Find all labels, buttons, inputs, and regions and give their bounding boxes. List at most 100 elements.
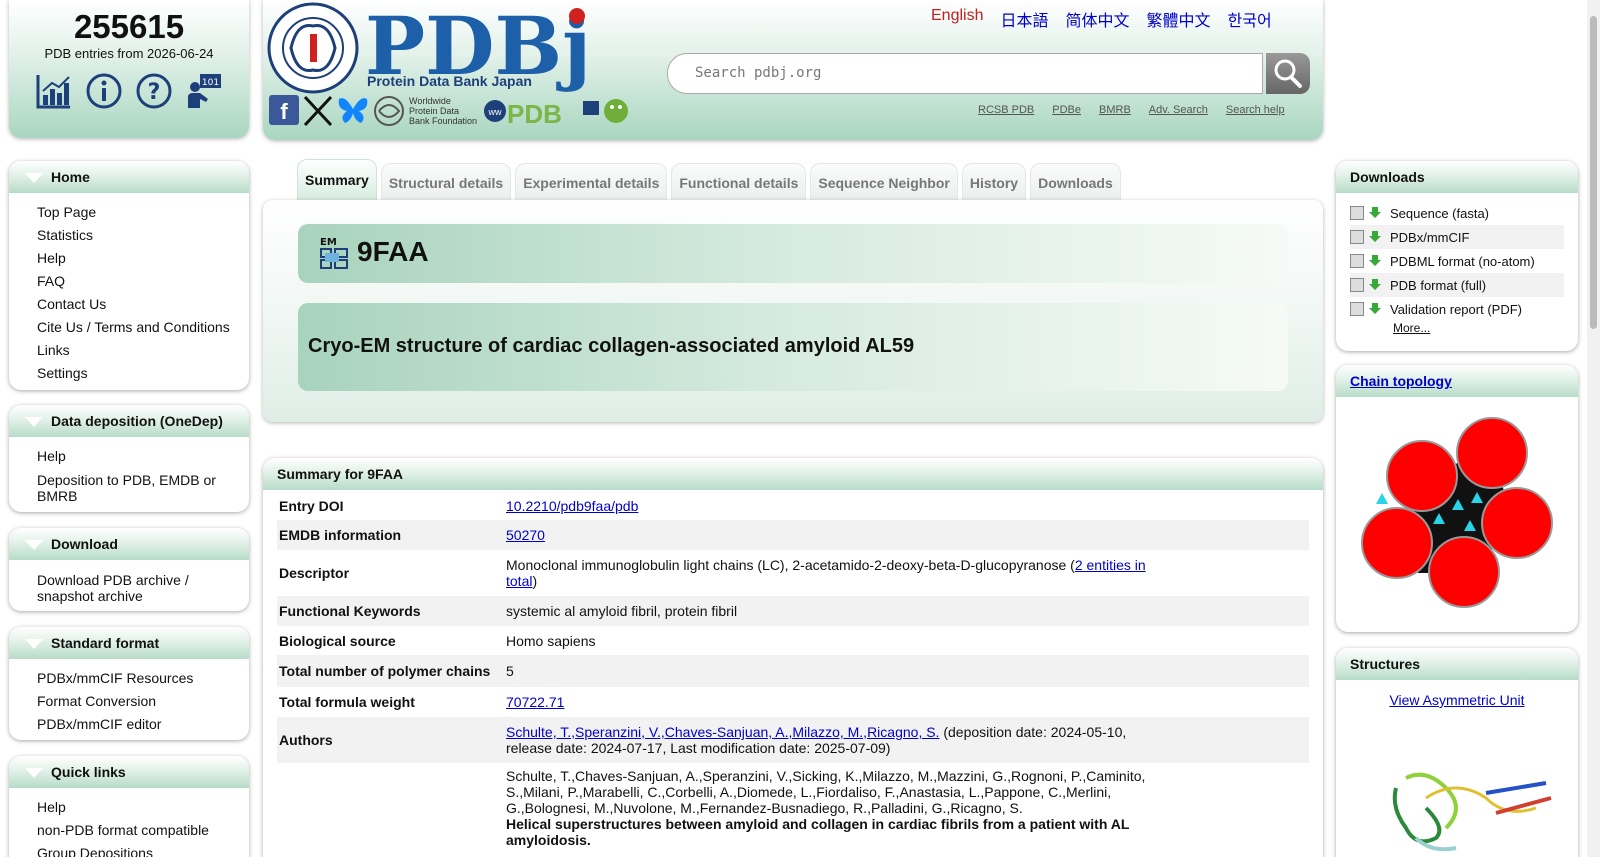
keywords-label: Functional Keywords — [279, 603, 421, 619]
sidebar-item-contact[interactable]: Contact Us — [37, 293, 249, 316]
lang-simplified-chinese[interactable]: 简体中文 — [1066, 7, 1130, 31]
table-row: Functional Keywords systemic al amyloid … — [277, 596, 1309, 626]
source-value: Homo sapiens — [506, 632, 596, 649]
doi-link[interactable]: 10.2210/pdb9faa/pdb — [506, 498, 638, 514]
sidebar-item-deposition-help[interactable]: Help — [37, 445, 249, 468]
download-item[interactable]: Sequence (fasta) — [1350, 201, 1564, 225]
search-input[interactable] — [695, 65, 1235, 81]
file-preview-icon[interactable] — [1350, 302, 1364, 316]
view-asymmetric-unit-link[interactable]: View Asymmetric Unit — [1389, 692, 1524, 708]
facebook-icon[interactable]: f — [269, 95, 299, 127]
pdbj-logo[interactable]: PDBj Protein Data Bank Japan — [267, 0, 597, 94]
summary-table-panel: Summary for 9FAA Entry DOI 10.2210/pdb9f… — [263, 458, 1323, 857]
download-item[interactable]: PDBML format (no-atom) — [1350, 249, 1564, 273]
statistics-chart-icon[interactable] — [36, 73, 72, 109]
download-item[interactable]: PDBx/mmCIF — [1350, 225, 1564, 249]
advanced-search-link[interactable]: Adv. Search — [1149, 104, 1208, 116]
weight-link[interactable]: 70722.71 — [506, 694, 564, 710]
logo-subtitle: Protein Data Bank Japan — [367, 73, 532, 89]
sidebar-item-cite[interactable]: Cite Us / Terms and Conditions — [37, 316, 249, 339]
sidebar-home-header[interactable]: Home — [9, 161, 249, 193]
x-twitter-icon[interactable] — [303, 95, 333, 127]
sidebar-item-group-depositions[interactable]: Group Depositions — [37, 842, 249, 857]
sidebar-item-format-conversion[interactable]: Format Conversion — [37, 690, 249, 713]
summary-heading: Summary for 9FAA — [263, 458, 1323, 490]
rcsb-link[interactable]: RCSB PDB — [978, 104, 1034, 116]
tab-structural-details[interactable]: Structural details — [380, 163, 512, 201]
chain-topology-link[interactable]: Chain topology — [1350, 373, 1452, 389]
tab-experimental-details[interactable]: Experimental details — [515, 163, 668, 201]
sidebar-deposition-header[interactable]: Data deposition (OneDep) — [9, 405, 249, 437]
download-arrow-icon[interactable] — [1368, 278, 1382, 292]
wwpdb-logo[interactable]: ww PDB — [483, 95, 633, 129]
sidebar-quick-links-section: Quick links Help non-PDB format compatib… — [9, 756, 249, 857]
sidebar-item-non-pdb-format[interactable]: non-PDB format compatible — [37, 819, 249, 842]
help-icon[interactable]: ? — [136, 73, 172, 109]
tab-downloads[interactable]: Downloads — [1030, 163, 1121, 201]
authors-link[interactable]: Schulte, T.,Speranzini, V.,Chaves-Sanjua… — [506, 724, 939, 740]
structures-panel: Structures View Asymmetric Unit — [1336, 648, 1578, 857]
descriptor-label: Descriptor — [279, 565, 350, 581]
tab-summary[interactable]: Summary — [297, 159, 377, 201]
download-arrow-icon[interactable] — [1368, 254, 1382, 268]
sidebar-item-top-page[interactable]: Top Page — [37, 201, 249, 224]
bmrb-link[interactable]: BMRB — [1099, 104, 1131, 116]
sidebar-item-links[interactable]: Links — [37, 339, 249, 362]
collapse-triangle-icon — [25, 540, 43, 550]
scrollbar-thumb[interactable] — [1590, 16, 1597, 329]
emdb-label: EMDB information — [279, 527, 402, 543]
sidebar-quick-links-header[interactable]: Quick links — [9, 756, 249, 788]
entry-title: Cryo-EM structure of cardiac collagen-as… — [308, 335, 915, 357]
download-arrow-icon[interactable] — [1368, 230, 1382, 244]
wwpdb-foundation-logo[interactable]: Worldwide Protein Data Bank Foundation — [373, 95, 479, 127]
structures-heading: Structures — [1336, 648, 1578, 680]
page-scrollbar[interactable] — [1587, 0, 1600, 857]
chain-topology-diagram[interactable] — [1358, 413, 1558, 616]
tab-history[interactable]: History — [961, 163, 1027, 201]
structure-image[interactable] — [1386, 768, 1556, 857]
sidebar-item-mmcif-resources[interactable]: PDBx/mmCIF Resources — [37, 667, 249, 690]
lang-korean[interactable]: 한국어 — [1228, 7, 1272, 31]
lang-english[interactable]: English — [931, 7, 983, 31]
tab-sequence-neighbor[interactable]: Sequence Neighbor — [810, 163, 958, 201]
site-header: PDBj Protein Data Bank Japan f Worldwide… — [263, 0, 1323, 140]
download-item[interactable]: Validation report (PDF) — [1350, 297, 1564, 321]
table-row: Biological source Homo sapiens — [277, 626, 1309, 655]
file-preview-icon[interactable] — [1350, 278, 1364, 292]
sidebar-standard-format-header[interactable]: Standard format — [9, 627, 249, 659]
authors-label: Authors — [279, 732, 333, 748]
sidebar-item-download-archive[interactable]: Download PDB archive / snapshot archive — [37, 568, 249, 608]
bluesky-icon[interactable] — [337, 95, 369, 127]
sidebar-download-header[interactable]: Download — [9, 528, 249, 560]
file-preview-icon[interactable] — [1350, 230, 1364, 244]
downloads-more-link[interactable]: More... — [1336, 321, 1578, 335]
sidebar-item-deposition[interactable]: Deposition to PDB, EMDB or BMRB — [37, 468, 249, 508]
lang-japanese[interactable]: 日本語 — [1000, 7, 1048, 31]
downloads-panel: Downloads Sequence (fasta) PDBx/mmCIF PD… — [1336, 161, 1578, 351]
lang-traditional-chinese[interactable]: 繁體中文 — [1147, 7, 1211, 31]
emdb-link[interactable]: 50270 — [506, 527, 545, 543]
sidebar-item-quick-help[interactable]: Help — [37, 796, 249, 819]
sidebar-item-statistics[interactable]: Statistics — [37, 224, 249, 247]
search-help-link[interactable]: Search help — [1226, 104, 1285, 116]
search-box — [667, 53, 1263, 94]
search-button[interactable] — [1266, 53, 1310, 94]
file-preview-icon[interactable] — [1350, 254, 1364, 268]
descriptor-close: ) — [532, 573, 538, 589]
sidebar-item-mmcif-editor[interactable]: PDBx/mmCIF editor — [37, 713, 249, 736]
download-arrow-icon[interactable] — [1368, 302, 1382, 316]
download-arrow-icon[interactable] — [1368, 206, 1382, 220]
file-preview-icon[interactable] — [1350, 206, 1364, 220]
sidebar-item-faq[interactable]: FAQ — [37, 270, 249, 293]
sidebar-item-help[interactable]: Help — [37, 247, 249, 270]
external-links: RCSB PDB PDBe BMRB Adv. Search Search he… — [978, 104, 1285, 116]
doi-label: Entry DOI — [279, 497, 344, 514]
pdbe-link[interactable]: PDBe — [1052, 104, 1081, 116]
tab-functional-details[interactable]: Functional details — [671, 163, 807, 201]
weight-label: Total formula weight — [279, 694, 415, 710]
info-icon[interactable] — [86, 73, 122, 109]
sidebar-item-settings[interactable]: Settings — [37, 362, 249, 385]
citation-title: Helical superstructures between amyloid … — [506, 816, 1130, 848]
download-item[interactable]: PDB format (full) — [1350, 273, 1564, 297]
pdb101-icon[interactable]: 101 — [186, 73, 222, 109]
